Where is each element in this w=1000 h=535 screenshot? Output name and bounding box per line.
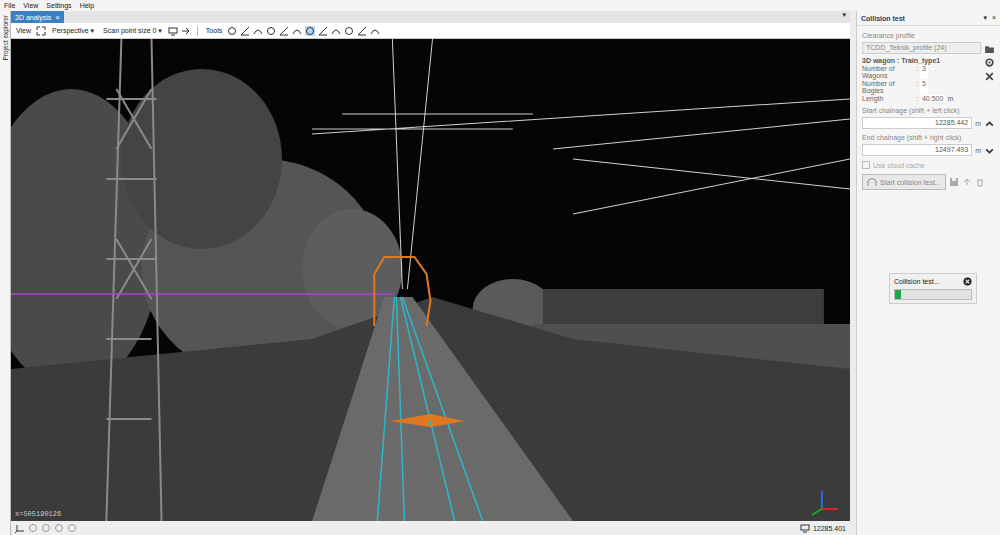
progress-popup: Collision test... — [889, 273, 977, 304]
tools-label: Tools — [204, 27, 224, 34]
remove-wagon-icon[interactable] — [984, 71, 995, 82]
start-chainage-label: Start chainage (shift + left click) — [862, 107, 995, 114]
plus-icon[interactable] — [331, 26, 341, 36]
cloud-cache-checkbox: Use cloud cache — [862, 161, 995, 169]
point-cloud-viewport[interactable]: x=505190126 — [11, 39, 850, 521]
menu-item[interactable]: Help — [80, 2, 94, 9]
progress-title: Collision test... — [894, 278, 940, 285]
wagon-title: 3D wagon : Train_type1 — [862, 57, 981, 64]
tab-close-button[interactable]: × — [55, 13, 60, 22]
export-icon[interactable] — [962, 177, 972, 187]
person-icon[interactable] — [227, 26, 237, 36]
progress-bar — [894, 289, 972, 300]
coordinate-label: x=505190126 — [15, 510, 61, 518]
menu-item[interactable]: Settings — [46, 2, 71, 9]
chevron-up-icon[interactable] — [984, 118, 995, 129]
ramp-icon[interactable] — [253, 26, 263, 36]
corner-icon[interactable] — [357, 26, 367, 36]
wagon-row: Number of Bogies:5 — [862, 80, 981, 94]
arch-icon[interactable] — [292, 26, 302, 36]
view-label: View — [14, 27, 33, 34]
curve-icon[interactable] — [240, 26, 250, 36]
navigation-icon[interactable] — [67, 523, 77, 533]
end-unit: m — [975, 147, 981, 154]
delete-icon[interactable] — [975, 177, 985, 187]
navigation-icon[interactable] — [41, 523, 51, 533]
end-chainage-input[interactable]: 12497.493 — [862, 144, 972, 156]
collision-icon — [867, 177, 877, 187]
monitor-icon — [800, 523, 810, 533]
rotate-icon[interactable] — [344, 26, 354, 36]
arrow-icon[interactable] — [181, 26, 191, 36]
save-icon[interactable] — [949, 177, 959, 187]
point-cloud-scene[interactable] — [11, 39, 850, 521]
panel-header: Collision test ▾ × — [857, 11, 1000, 26]
menu-item[interactable]: File — [4, 2, 15, 9]
navigation-icon[interactable] — [54, 523, 64, 533]
app-window: FileViewSettingsHelpProject explorer3D a… — [0, 0, 1000, 535]
clearance-profile-label: Clearance profile — [862, 32, 995, 39]
wagon-info: 3D wagon : Train_type1Number of Wagons:3… — [862, 57, 981, 102]
cloud-icon[interactable] — [318, 26, 328, 36]
tab-label[interactable]: 3D analysis — [15, 14, 51, 21]
chart-icon[interactable] — [266, 26, 276, 36]
chevron-down-icon[interactable] — [984, 145, 995, 156]
tab-bar: 3D analysis × ▾ — [11, 11, 850, 23]
current-chainage: 12285.401 — [813, 525, 846, 532]
scissors-icon[interactable] — [370, 26, 380, 36]
analysis-area: 3D analysis × ▾ View Perspective ▾Scan point… — [11, 11, 850, 535]
point-size-dropdown[interactable]: Scan point size 0 ▾ — [100, 27, 165, 35]
wagon-row: Number of Wagons:3 — [862, 65, 981, 79]
projection-dropdown[interactable]: Perspective ▾ — [49, 27, 97, 35]
folder-icon[interactable] — [984, 43, 995, 54]
fit-view-icon[interactable] — [36, 26, 46, 36]
tab-list-button[interactable]: ▾ — [838, 11, 850, 23]
wagon-row: Length:40.500m — [862, 95, 981, 102]
menu-bar: File View Settings Help — [0, 0, 1000, 11]
steps-icon[interactable] — [279, 26, 289, 36]
menu-item[interactable]: View — [23, 2, 38, 9]
panel-header-button[interactable]: ▾ — [983, 14, 987, 22]
project-explorer-strip[interactable]: Project explorer — [0, 11, 11, 535]
tab[interactable]: 3D analysis × — [11, 11, 64, 23]
start-collision-test-button: Start collision test... — [862, 174, 946, 190]
collision-test-panel: Collision test ▾ × Clearance profile TCDD_Te… — [856, 11, 1000, 535]
end-chainage-label: End chainage (shift + right click) — [862, 134, 995, 141]
panel-header-button[interactable]: × — [992, 14, 996, 22]
start-unit: m — [975, 120, 981, 127]
screen-icon[interactable] — [168, 26, 178, 36]
toolbar: View Perspective ▾Scan point size 0 ▾ Tool… — [11, 23, 850, 39]
status-bar: 12285.401 — [11, 521, 850, 535]
project-explorer-label[interactable]: Project explorer — [2, 11, 9, 65]
clearance-profile-dropdown: TCDD_Teknik_profile (24) — [862, 42, 981, 54]
navigation-icon[interactable] — [28, 523, 38, 533]
axes-icon[interactable] — [15, 523, 25, 533]
start-chainage-input[interactable]: 12285.442 — [862, 117, 972, 129]
waves-icon[interactable] — [305, 26, 315, 36]
gear-icon[interactable] — [984, 57, 995, 68]
cancel-icon[interactable] — [963, 277, 972, 286]
panel-title: Collision test — [861, 15, 905, 22]
